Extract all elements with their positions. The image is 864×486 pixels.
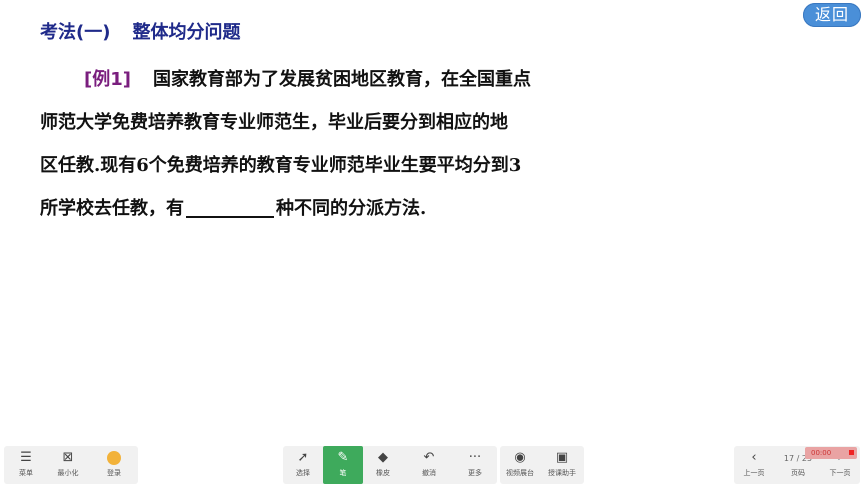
eraser-tool[interactable]: ◆ 橡皮 [363,446,403,484]
camera-icon: ◉ [514,450,526,465]
problem-text: [例1] 国家教育部为了发展贫困地区教育，在全国重点 师范大学免费培养教育专业师范… [40,58,620,230]
record-time: 00:00 [811,449,832,457]
toolbar-center-group: ➚ 选择 ✎ 笔 ◆ 橡皮 ↶ 撤消 ··· 更多 [283,446,497,484]
menu-label: 菜单 [19,469,33,477]
next-label: 下一页 [829,469,851,477]
line-1: 国家教育部为了发展贫困地区教育，在全国重点 [152,69,531,90]
prev-page-button[interactable]: ‹ 上一页 [734,446,774,484]
section-title: 考法(一) 整体均分问题 [40,18,240,44]
toolbar-center2-group: ◉ 视频展台 ▣ 授课助手 [500,446,584,484]
line-4b: 种不同的分派方法. [276,198,427,219]
slide-canvas: 考法(一) 整体均分问题 返回 [例1] 国家教育部为了发展贫困地区教育，在全国重点… [0,0,864,446]
line-3: 区任教.现有6个免费培养的教育专业师范毕业生要平均分到3 [40,155,522,176]
example-tag: [例1] [84,69,131,90]
back-button[interactable]: 返回 [803,3,861,27]
assistant-button[interactable]: ▣ 授课助手 [542,446,582,484]
video-booth-label: 视频展台 [506,469,534,477]
prev-icon: ‹ [751,450,757,465]
eraser-label: 橡皮 [376,469,390,477]
bottom-toolbar: ☰ 菜单 ⊠ 最小化 登录 ➚ 选择 ✎ 笔 ◆ 橡皮 ↶ 撤消 ··· 更多 … [0,446,864,486]
minimize-button[interactable]: ⊠ 最小化 [48,446,88,484]
line-2: 师范大学免费培养教育专业师范生，毕业后要分到相应的地 [40,112,508,133]
toolbar-left-group: ☰ 菜单 ⊠ 最小化 登录 [4,446,138,484]
more-button[interactable]: ··· 更多 [455,446,495,484]
record-stop-icon [849,450,854,455]
title-part1: 考法(一) [40,22,111,43]
avatar-icon [94,446,134,468]
line-4a: 所学校去任教，有 [40,198,184,219]
page-label: 页码 [791,469,805,477]
assistant-icon: ▣ [555,450,569,465]
text-line: 区任教.现有6个免费培养的教育专业师范毕业生要平均分到3 [40,144,620,187]
select-tool[interactable]: ➚ 选择 [283,446,323,484]
minimize-label: 最小化 [57,469,79,477]
text-line: 所学校去任教，有 种不同的分派方法. [40,187,620,230]
title-part2: 整体均分问题 [132,22,241,43]
text-line: 师范大学免费培养教育专业师范生，毕业后要分到相应的地 [40,101,620,144]
pen-icon: ✎ [337,450,349,465]
more-label: 更多 [468,469,482,477]
recording-indicator[interactable]: 00:00 [805,447,857,459]
menu-icon: ☰ [20,450,32,465]
eraser-icon: ◆ [378,450,388,465]
assistant-label: 授课助手 [548,469,576,477]
pen-tool[interactable]: ✎ 笔 [323,446,363,484]
undo-button[interactable]: ↶ 撤消 [409,446,449,484]
text-line: [例1] 国家教育部为了发展贫困地区教育，在全国重点 [40,58,620,101]
video-booth-button[interactable]: ◉ 视频展台 [500,446,540,484]
undo-label: 撤消 [422,469,436,477]
login-label: 登录 [107,469,121,477]
minimize-icon: ⊠ [62,450,74,465]
undo-icon: ↶ [423,450,435,465]
select-label: 选择 [296,469,310,477]
more-icon: ··· [468,450,482,465]
pen-label: 笔 [339,469,347,477]
answer-blank [186,200,274,218]
cursor-icon: ➚ [297,450,309,465]
login-button[interactable]: 登录 [94,446,134,484]
prev-label: 上一页 [743,469,765,477]
menu-button[interactable]: ☰ 菜单 [6,446,46,484]
